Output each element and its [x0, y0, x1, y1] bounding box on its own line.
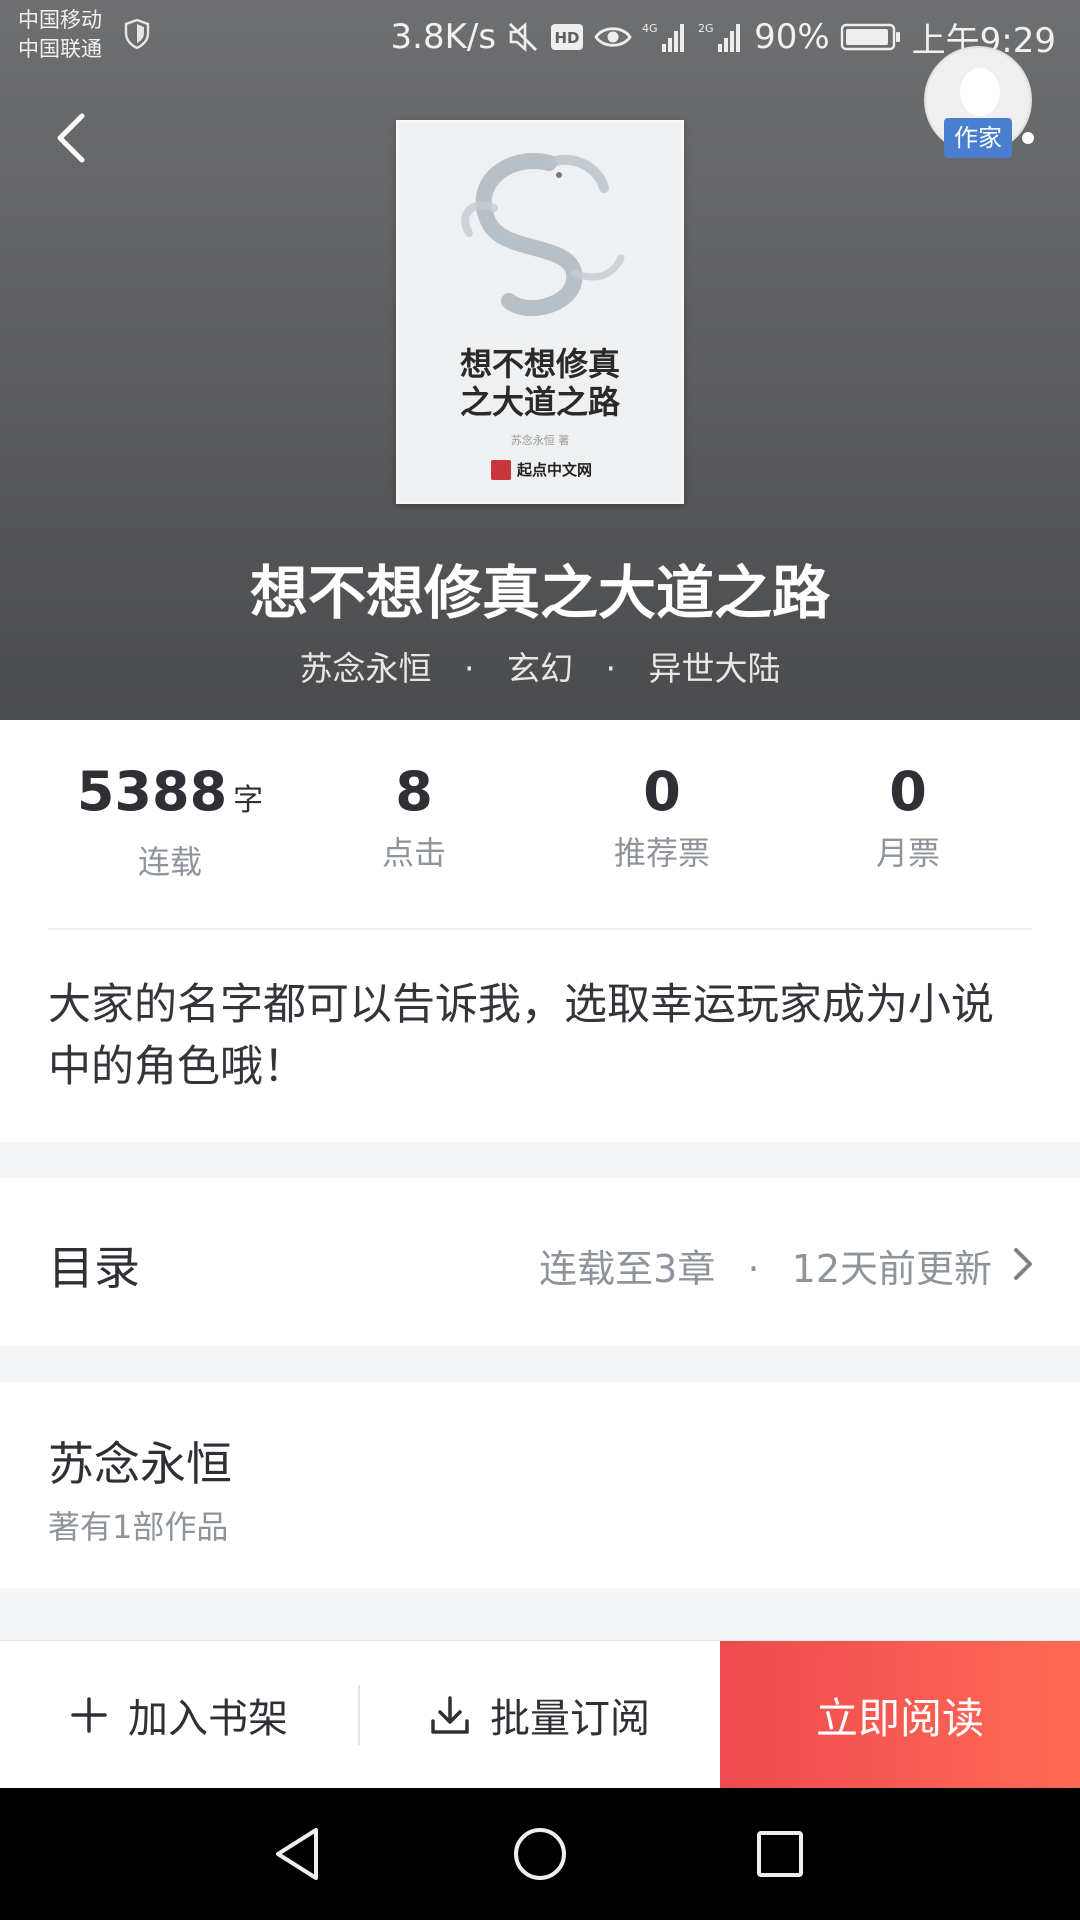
- stat-word-count: 5388 字 连载: [40, 760, 300, 883]
- carrier-1: 中国移动: [18, 8, 102, 32]
- stat-value: 8: [395, 760, 433, 823]
- stat-monthly-votes: 0 月票: [778, 760, 1038, 874]
- signal-4g-label: 4G: [642, 22, 658, 35]
- author-badge: 作家: [944, 118, 1012, 158]
- system-nav-bar: [0, 1788, 1080, 1920]
- mute-icon: [506, 20, 540, 54]
- carrier-2: 中国联通: [18, 37, 102, 61]
- add-to-shelf-label: 加入书架: [128, 1696, 288, 1742]
- book-intro[interactable]: 大家的名字都可以告诉我，选取幸运玩家成为小说中的角色哦！: [48, 974, 1032, 1098]
- back-icon[interactable]: [48, 108, 98, 168]
- cover-title-line1: 想不想修真: [459, 345, 620, 383]
- stat-value: 0: [889, 760, 927, 823]
- book-subcategory[interactable]: 异世大陆: [649, 649, 781, 688]
- stat-recommend-votes: 0 推荐票: [532, 760, 792, 874]
- batch-subscribe-button[interactable]: 批量订阅: [360, 1641, 720, 1789]
- bottom-action-bar: 加入书架 批量订阅 立即阅读: [0, 1640, 1080, 1789]
- book-info-card: 5388 字 连载 8 点击 0 推荐票 0 月票 大家的名字都可以告诉我，选取幸…: [0, 720, 1080, 1142]
- publisher-seal-icon: [491, 459, 511, 480]
- stat-label: 推荐票: [613, 834, 710, 872]
- batch-subscribe-label: 批量订阅: [490, 1696, 650, 1742]
- read-now-button[interactable]: 立即阅读: [720, 1641, 1080, 1789]
- book-author-link[interactable]: 苏念永恒: [300, 649, 432, 688]
- meta-separator: ·: [605, 649, 617, 688]
- hd-icon: HD: [550, 22, 584, 52]
- battery-icon: [840, 22, 902, 52]
- toc-info: 连载至3章 · 12天前更新: [539, 1238, 992, 1293]
- download-icon: [431, 1696, 469, 1734]
- stat-clicks: 8 点击: [284, 760, 544, 874]
- book-meta: 苏念永恒 · 玄幻 · 异世大陆: [0, 642, 1080, 690]
- svg-text:HD: HD: [555, 29, 580, 47]
- eye-icon: [594, 23, 632, 51]
- stat-unit: 字: [233, 783, 264, 818]
- cover-brand-label: 起点中文网: [517, 461, 593, 479]
- dragon-illustration: [461, 153, 625, 317]
- cover-title: 想不想修真 之大道之路: [399, 345, 681, 421]
- add-to-shelf-button[interactable]: 加入书架: [0, 1641, 358, 1789]
- carrier-labels: 中国移动 中国联通: [18, 6, 102, 64]
- author-works: 著有1部作品: [48, 1508, 229, 1546]
- battery-percent: 90%: [754, 17, 830, 57]
- toc-status: 连载至3章: [539, 1247, 716, 1291]
- signal-4g-icon: 4G: [642, 20, 688, 54]
- nav-home-icon[interactable]: [504, 1818, 576, 1890]
- cover-author: 苏念永恒 著: [510, 434, 570, 447]
- toc-row[interactable]: 目录 连载至3章 · 12天前更新: [0, 1178, 1080, 1346]
- shield-icon: [124, 19, 150, 49]
- nav-recents-icon[interactable]: [744, 1818, 816, 1890]
- net-speed: 3.8K/s: [390, 17, 497, 57]
- stat-label: 连载: [137, 843, 202, 881]
- signal-2g-icon: 2G: [698, 20, 744, 54]
- stat-value: 5388 字: [76, 760, 264, 823]
- divider: [48, 928, 1032, 930]
- stat-label: 点击: [381, 834, 446, 872]
- book-category[interactable]: 玄幻: [507, 649, 573, 688]
- meta-separator: ·: [464, 649, 475, 688]
- signal-2g-label: 2G: [698, 22, 714, 35]
- stat-value: 0: [643, 760, 681, 823]
- chevron-right-icon: [1014, 1248, 1032, 1280]
- author-name: 苏念永恒: [48, 1437, 232, 1491]
- status-bar: 中国移动 中国联通 3.8K/s HD 4G 2G 90% 上午9:29: [0, 0, 1080, 76]
- book-title: 想不想修真之大道之路: [249, 559, 830, 627]
- plus-icon: [71, 1697, 107, 1733]
- author-row[interactable]: 苏念永恒 著有1部作品: [0, 1382, 1080, 1588]
- cover-title-line2: 之大道之路: [459, 383, 620, 421]
- toc-separator: ·: [747, 1247, 760, 1291]
- book-header: 中国移动 中国联通 3.8K/s HD 4G 2G 90% 上午9:29 想不想…: [0, 0, 1080, 720]
- stats-row: 5388 字 连载 8 点击 0 推荐票 0 月票: [0, 760, 1080, 883]
- book-cover[interactable]: 想不想修真 之大道之路 苏念永恒 著 起点中文网: [396, 120, 684, 504]
- stat-label: 月票: [875, 834, 940, 872]
- toc-updated: 12天前更新: [791, 1247, 992, 1291]
- toc-label: 目录: [48, 1241, 140, 1295]
- nav-back-icon[interactable]: [264, 1818, 336, 1890]
- cover-brand: 起点中文网: [491, 459, 592, 480]
